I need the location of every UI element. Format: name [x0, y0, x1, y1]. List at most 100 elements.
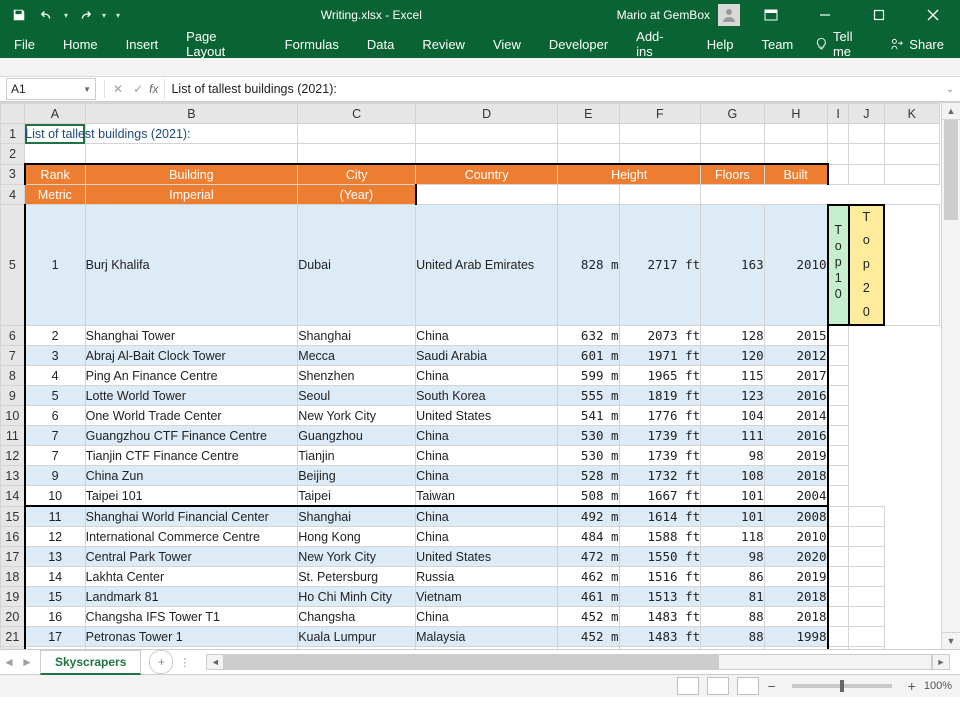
cell[interactable] — [828, 587, 849, 607]
table-row[interactable]: 1998 — [764, 627, 827, 647]
table-row[interactable]: Beijing — [298, 466, 416, 486]
cell[interactable] — [619, 124, 701, 144]
table-row[interactable]: 16 — [25, 607, 85, 627]
table-row[interactable]: 1998 — [764, 647, 827, 649]
cell[interactable] — [849, 607, 884, 627]
row-header-9[interactable]: 9 — [1, 386, 25, 406]
table-row[interactable]: 452 m — [558, 607, 619, 627]
cell-A1[interactable]: List of tallest buildings (2021): — [25, 124, 85, 144]
row-header-13[interactable]: 13 — [1, 466, 25, 486]
row-header-18[interactable]: 18 — [1, 567, 25, 587]
table-row[interactable]: Hong Kong — [298, 527, 416, 547]
cell[interactable] — [828, 164, 849, 185]
tell-me-button[interactable]: Tell me — [807, 29, 878, 59]
sheet-tab-skyscrapers[interactable]: Skyscrapers — [40, 650, 141, 675]
table-row[interactable]: 1483 ft — [619, 647, 701, 649]
fx-icon[interactable]: fx — [147, 82, 164, 96]
table-row[interactable]: Kuala Lumpur — [298, 647, 416, 649]
cell[interactable] — [828, 607, 849, 627]
table-row[interactable]: 11 — [25, 506, 85, 527]
table-row[interactable]: Shanghai World Financial Center — [85, 506, 298, 527]
table-row[interactable]: Kuala Lumpur — [298, 627, 416, 647]
table-row[interactable]: Guangzhou — [298, 426, 416, 446]
chevron-down-icon[interactable]: ▼ — [83, 85, 91, 94]
table-row[interactable]: 1732 ft — [619, 466, 701, 486]
table-row[interactable]: 1513 ft — [619, 587, 701, 607]
add-sheet-button[interactable]: + — [149, 650, 173, 674]
cell[interactable] — [828, 506, 849, 527]
table-row[interactable]: 12 — [25, 527, 85, 547]
cell[interactable] — [828, 567, 849, 587]
table-row[interactable]: 528 m — [558, 466, 619, 486]
row-header-16[interactable]: 16 — [1, 527, 25, 547]
table-row[interactable]: 1739 ft — [619, 426, 701, 446]
table-row[interactable]: Tianjin CTF Finance Centre — [85, 446, 298, 466]
table-row[interactable]: 120 — [701, 346, 764, 366]
table-row[interactable]: Petronas Tower 1 — [85, 627, 298, 647]
row-header-10[interactable]: 10 — [1, 406, 25, 426]
table-row[interactable]: Changsha IFS Tower T1 — [85, 607, 298, 627]
tab-nav-next-icon[interactable]: ► — [18, 655, 36, 669]
row-header-2[interactable]: 2 — [1, 144, 25, 165]
zoom-in-button[interactable]: + — [908, 678, 916, 694]
table-row[interactable]: 492 m — [558, 506, 619, 527]
cell[interactable] — [828, 486, 849, 507]
page-break-view-button[interactable] — [737, 677, 759, 695]
table-row[interactable]: Tianjin — [298, 446, 416, 466]
table-row[interactable]: 472 m — [558, 547, 619, 567]
cell[interactable] — [619, 185, 701, 205]
scroll-left-icon[interactable]: ◄ — [206, 654, 224, 670]
column-header-J[interactable]: J — [849, 104, 884, 124]
table-row[interactable]: 541 m — [558, 406, 619, 426]
table-row[interactable]: 632 m — [558, 325, 619, 346]
column-header-I[interactable]: I — [828, 104, 849, 124]
column-header-H[interactable]: H — [764, 104, 827, 124]
table-row[interactable]: United States — [416, 406, 558, 426]
row-header-19[interactable]: 19 — [1, 587, 25, 607]
tab-insert[interactable]: Insert — [112, 30, 173, 58]
table-row[interactable]: New York City — [298, 406, 416, 426]
table-row[interactable]: 2017 — [764, 366, 827, 386]
table-row[interactable]: 98 — [701, 446, 764, 466]
scroll-right-icon[interactable]: ► — [932, 654, 950, 670]
cell[interactable] — [884, 205, 940, 326]
table-row[interactable]: 3 — [25, 346, 85, 366]
cell[interactable] — [416, 185, 558, 205]
table-row[interactable]: 123 — [701, 386, 764, 406]
row-header-12[interactable]: 12 — [1, 446, 25, 466]
cell[interactable] — [828, 144, 849, 165]
table-row[interactable]: China — [416, 527, 558, 547]
row-header-22[interactable]: 22 — [1, 647, 25, 649]
table-row[interactable]: China — [416, 506, 558, 527]
table-row[interactable]: 7 — [25, 446, 85, 466]
table-row[interactable]: 2018 — [764, 607, 827, 627]
cell[interactable] — [849, 547, 884, 567]
cell[interactable] — [884, 164, 940, 185]
table-row[interactable]: 1667 ft — [619, 486, 701, 507]
table-row[interactable]: Lotte World Tower — [85, 386, 298, 406]
table-row[interactable]: China — [416, 466, 558, 486]
table-row[interactable]: Taipei — [298, 486, 416, 507]
table-row[interactable]: 9 — [25, 466, 85, 486]
table-row[interactable]: 452 m — [558, 627, 619, 647]
column-header-C[interactable]: C — [298, 104, 416, 124]
table-row[interactable]: Ho Chi Minh City — [298, 587, 416, 607]
cell[interactable] — [416, 144, 558, 165]
table-row[interactable]: 484 m — [558, 527, 619, 547]
horizontal-scroll-thumb[interactable] — [225, 655, 719, 669]
table-row[interactable]: Mecca — [298, 346, 416, 366]
table-row[interactable]: 2 — [25, 325, 85, 346]
account-name[interactable]: Mario at GemBox — [617, 8, 710, 22]
table-row[interactable]: China — [416, 366, 558, 386]
table-row[interactable]: 599 m — [558, 366, 619, 386]
table-row[interactable]: 17 — [25, 627, 85, 647]
table-row[interactable]: 2010 — [764, 205, 827, 326]
table-row[interactable]: 2012 — [764, 346, 827, 366]
cell[interactable] — [828, 446, 849, 466]
table-row[interactable]: Guangzhou CTF Finance Centre — [85, 426, 298, 446]
row-header-11[interactable]: 11 — [1, 426, 25, 446]
cell[interactable] — [849, 627, 884, 647]
table-row[interactable]: 1550 ft — [619, 547, 701, 567]
row-header-1[interactable]: 1 — [1, 124, 25, 144]
spreadsheet-grid[interactable]: ABCDEFGHIJK1List of tallest buildings (2… — [0, 102, 960, 649]
